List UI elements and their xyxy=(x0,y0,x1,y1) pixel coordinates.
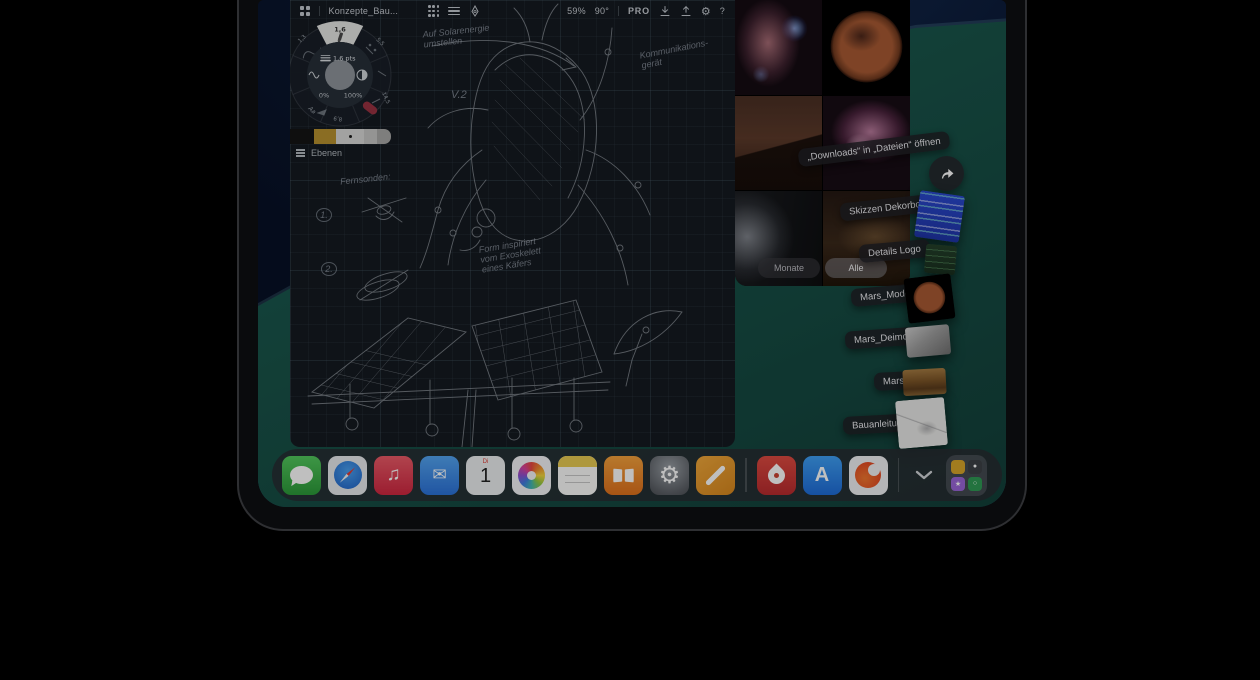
layers-icon xyxy=(296,149,305,157)
opacity-max-value: 100% xyxy=(344,92,363,100)
messages-app-icon[interactable] xyxy=(282,456,321,495)
photo-horsehead-nebula[interactable] xyxy=(735,0,822,95)
pen-icon xyxy=(705,464,726,485)
dock-collapse-button[interactable] xyxy=(909,456,939,495)
photos-flower-icon xyxy=(518,462,545,489)
compass-icon xyxy=(334,461,362,489)
snap-grid-icon[interactable] xyxy=(428,5,439,16)
export-share-icon[interactable] xyxy=(680,5,692,17)
photos-app-icon[interactable] xyxy=(512,456,551,495)
swatch-dark-gray[interactable] xyxy=(377,129,391,144)
tab-months[interactable]: Monate xyxy=(758,258,820,278)
rocket-app-icon[interactable] xyxy=(757,456,796,495)
help-icon[interactable]: ? xyxy=(720,6,725,16)
align-rows-icon[interactable] xyxy=(448,7,460,16)
c4d-app-icon[interactable] xyxy=(849,456,888,495)
drag-thumb-details-logo[interactable] xyxy=(924,244,957,276)
annotation-number-1: 1. xyxy=(316,208,332,222)
music-note-icon: ♫ xyxy=(374,456,413,495)
swatch-light-gray-selected[interactable] xyxy=(336,129,364,144)
settings-gear-icon[interactable]: ⚙ xyxy=(701,5,711,18)
wheel-center-knob xyxy=(325,60,355,90)
mini-app-tile-yellow xyxy=(951,460,965,474)
drag-thumb-mars[interactable] xyxy=(902,368,946,396)
gear-icon: ⚙ xyxy=(650,456,689,495)
zoom-level[interactable]: 59% xyxy=(567,6,586,16)
envelope-icon: ✉ xyxy=(420,456,459,495)
mini-app-tile-purple: ★ xyxy=(951,477,965,491)
speech-bubble-icon xyxy=(290,466,313,484)
drag-thumb-skizzen-dekorbogen[interactable] xyxy=(914,190,965,243)
notes-app-icon[interactable] xyxy=(558,456,597,495)
mail-app-icon[interactable]: ✉ xyxy=(420,456,459,495)
swatch-black[interactable] xyxy=(290,129,314,144)
color-swatch-strip[interactable] xyxy=(290,129,391,144)
pen-nib-icon[interactable] xyxy=(469,5,481,17)
share-forward-button[interactable] xyxy=(929,156,964,191)
drag-thumb-mars-deimos[interactable] xyxy=(905,324,951,358)
chevron-down-icon xyxy=(915,470,933,480)
app-library-icon[interactable]: ● ★ ○ xyxy=(946,455,987,496)
music-app-icon[interactable]: ♫ xyxy=(374,456,413,495)
pro-badge[interactable]: PRO xyxy=(628,6,650,16)
concepts-app-icon[interactable] xyxy=(696,456,735,495)
rotation-angle[interactable]: 90° xyxy=(595,6,609,16)
forward-arrow-icon xyxy=(938,165,956,183)
app-store-icon[interactable]: A xyxy=(803,456,842,495)
drag-thumb-bauanleitung[interactable] xyxy=(895,397,948,449)
c-swirl-icon xyxy=(855,462,881,488)
calendar-day: 1 xyxy=(466,465,505,488)
dock: ♫ ✉ Di 1 ⚙ xyxy=(272,449,1002,501)
open-book-icon xyxy=(604,456,643,495)
appstore-a-icon: A xyxy=(803,456,842,495)
settings-app-icon[interactable]: ⚙ xyxy=(650,456,689,495)
mini-app-tile-camera: ● xyxy=(968,460,982,474)
layers-button[interactable]: Ebenen xyxy=(296,148,342,158)
ipad-screen: Auf Solarenergie umstellen Kommunikation… xyxy=(258,0,1006,507)
books-app-icon[interactable] xyxy=(604,456,643,495)
dock-divider xyxy=(898,458,900,492)
annotation-number-2: 2. xyxy=(321,262,337,276)
tool-wheel[interactable]: 1,6 1,3 5,5 14,5 8,9 Aa xyxy=(290,19,396,131)
opacity-min-value: 0% xyxy=(319,92,329,100)
concepts-app-window[interactable]: Auf Solarenergie umstellen Kommunikation… xyxy=(290,0,735,447)
photo-mars-landscape[interactable] xyxy=(735,96,822,190)
gallery-grid-icon[interactable] xyxy=(300,6,310,16)
photos-bottom-tabs: Monate Alle xyxy=(735,258,910,278)
active-tool-size: 1,6 xyxy=(334,26,346,34)
stage: Auf Solarenergie umstellen Kommunikation… xyxy=(0,0,1260,680)
calendar-app-icon[interactable]: Di 1 xyxy=(466,456,505,495)
stroke-width-value: 1,6 pts xyxy=(333,55,356,63)
import-icon[interactable] xyxy=(659,5,671,17)
toolbar-divider xyxy=(319,6,320,16)
swatch-gold[interactable] xyxy=(314,129,336,144)
drag-thumb-mars-modell[interactable] xyxy=(903,273,955,323)
toolbar-divider xyxy=(618,6,619,16)
dock-divider xyxy=(745,458,747,492)
rocket-icon xyxy=(764,463,788,487)
annotation-version: V.2 xyxy=(451,90,467,100)
safari-app-icon[interactable] xyxy=(328,456,367,495)
mini-app-tile-green: ○ xyxy=(968,477,982,491)
layers-label: Ebenen xyxy=(311,148,342,158)
photo-mars-planet[interactable] xyxy=(823,0,910,95)
document-title[interactable]: Konzepte_Bau... xyxy=(329,6,399,16)
swatch-gray[interactable] xyxy=(364,129,377,144)
